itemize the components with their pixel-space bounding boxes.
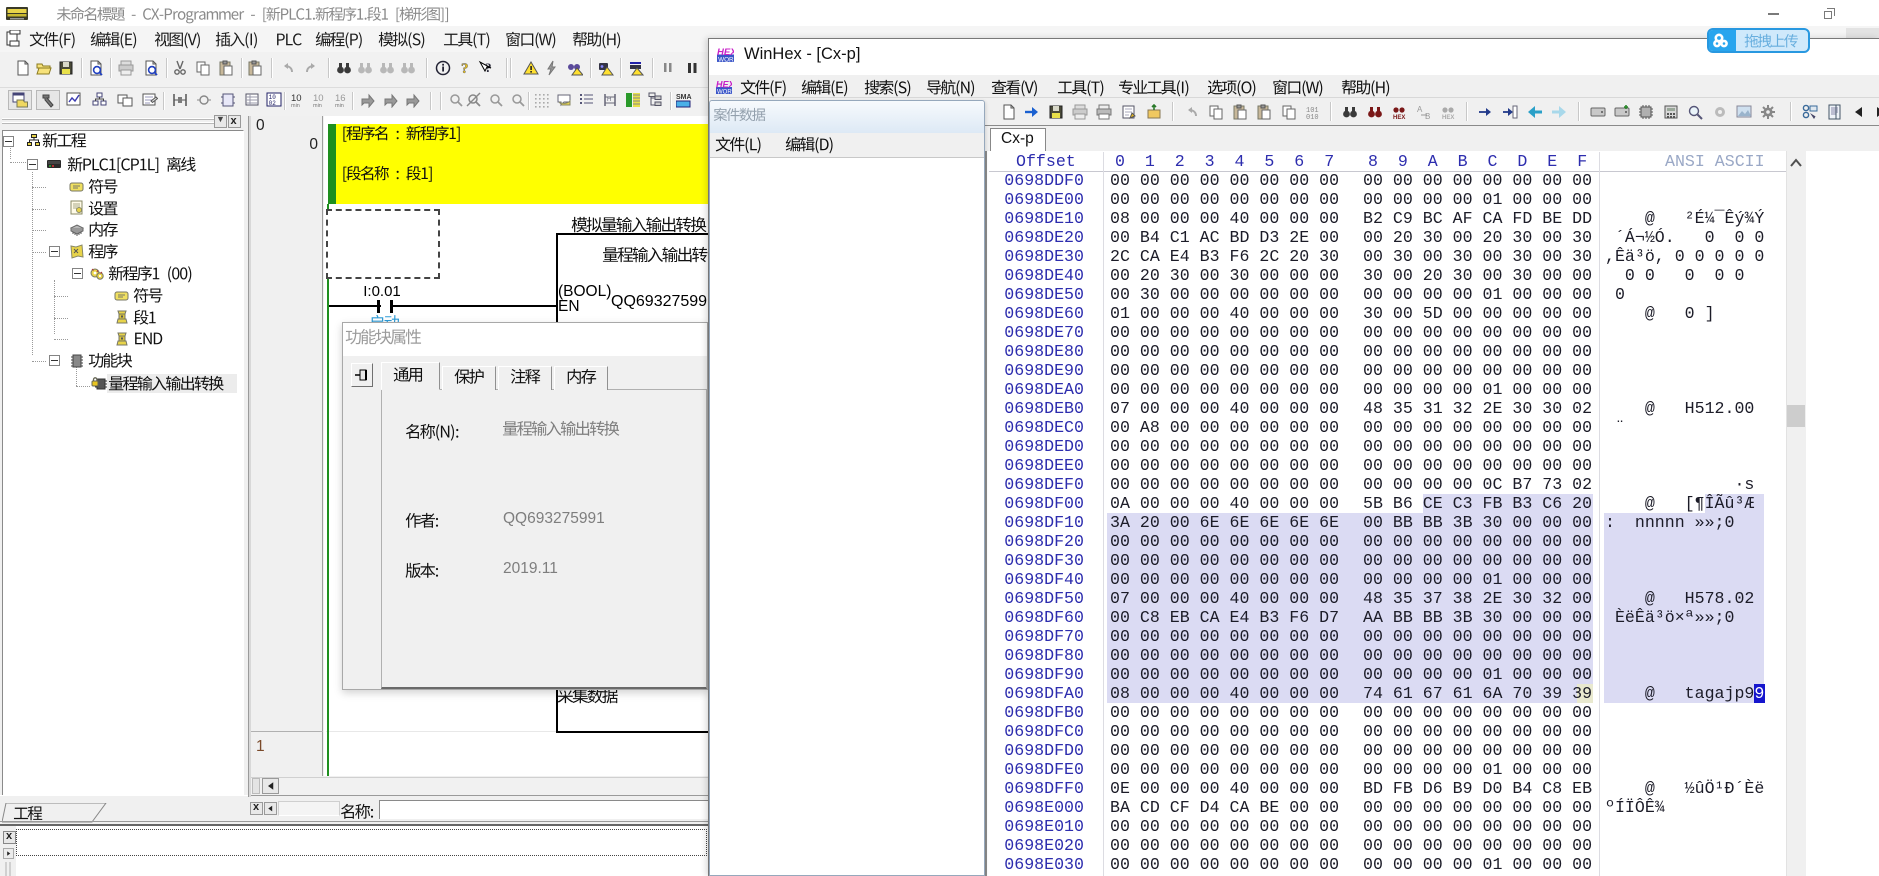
svg-text:WORKS: WORKS bbox=[717, 90, 732, 96]
svg-text:010: 010 bbox=[1306, 114, 1319, 120]
svg-text:HEX: HEX bbox=[716, 80, 732, 90]
svg-text:SMA: SMA bbox=[676, 94, 692, 101]
svg-text:02: 02 bbox=[269, 100, 277, 107]
svg-text:HEX: HEX bbox=[1393, 115, 1405, 120]
svg-text:?: ? bbox=[461, 61, 469, 76]
svg-text:WORKS: WORKS bbox=[718, 56, 734, 63]
svg-text:B: B bbox=[1425, 112, 1430, 120]
svg-text:min: min bbox=[313, 103, 322, 108]
svg-text:min: min bbox=[335, 103, 344, 108]
svg-text:HEX: HEX bbox=[1442, 115, 1454, 120]
svg-text:A: A bbox=[1417, 105, 1423, 114]
svg-text:min: min bbox=[291, 103, 300, 108]
svg-text:H: H bbox=[607, 97, 611, 103]
